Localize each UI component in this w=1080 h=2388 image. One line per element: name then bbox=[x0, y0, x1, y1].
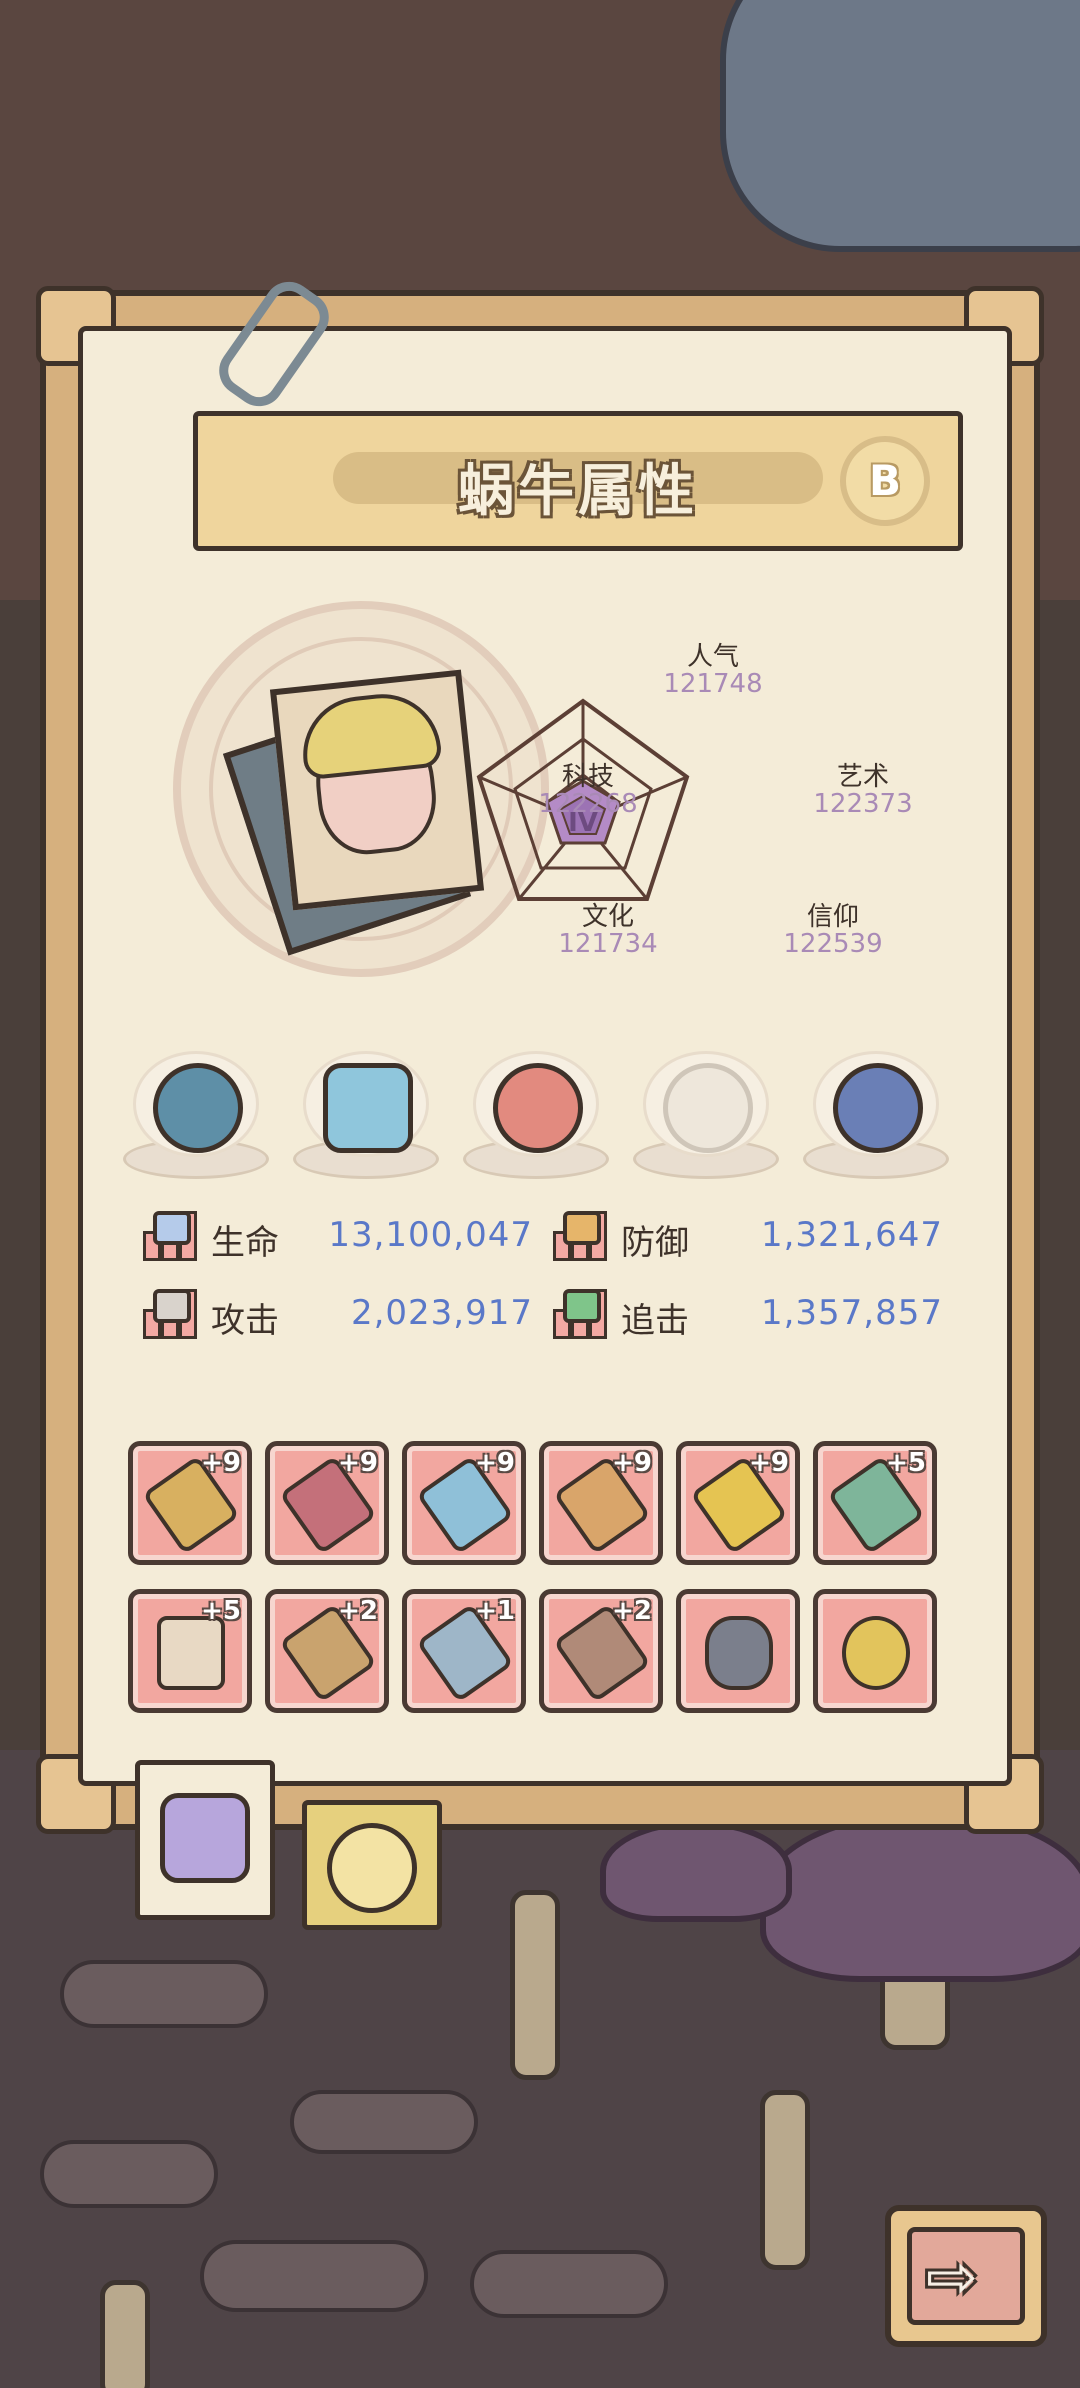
enhance-level: +9 bbox=[338, 1448, 378, 1478]
stat-pursuit: 追击 1,357,857 bbox=[553, 1289, 943, 1341]
stat-value: 1,321,647 bbox=[760, 1215, 943, 1255]
stepping-stone bbox=[200, 2240, 428, 2312]
mushroom-cap bbox=[760, 1810, 1080, 1982]
next-button-face: ⇨ bbox=[907, 2227, 1025, 2325]
fence-post bbox=[100, 2280, 150, 2388]
radar-value-technology: 122268 bbox=[538, 789, 638, 819]
relic-row bbox=[123, 1051, 963, 1181]
stat-defense: 防御 1,321,647 bbox=[553, 1211, 943, 1263]
radar-value-art: 122373 bbox=[813, 789, 913, 819]
shield-icon bbox=[553, 1211, 609, 1261]
eye-tablet-relic-icon bbox=[323, 1063, 413, 1153]
enhance-level: +9 bbox=[749, 1448, 789, 1478]
stat-label: 追击 bbox=[621, 1301, 689, 1341]
snail-face-icon bbox=[160, 1793, 250, 1883]
grade-badge[interactable]: B bbox=[840, 436, 930, 526]
tab-shell[interactable] bbox=[302, 1800, 442, 1930]
stat-attack: 攻击 2,023,917 bbox=[143, 1289, 533, 1341]
enhance-level: +2 bbox=[612, 1596, 652, 1626]
red-orb-relic-icon bbox=[493, 1063, 583, 1153]
equipment-slot-6[interactable]: +5 bbox=[813, 1441, 937, 1565]
arrow-right-icon: ⇨ bbox=[926, 2240, 978, 2313]
enhance-level: +9 bbox=[612, 1448, 652, 1478]
enhance-level: +9 bbox=[201, 1448, 241, 1478]
equipment-slot-5[interactable]: +9 bbox=[676, 1441, 800, 1565]
relic-slot-5[interactable] bbox=[803, 1051, 949, 1181]
enhance-level: +5 bbox=[201, 1596, 241, 1626]
relic-slot-2[interactable] bbox=[293, 1051, 439, 1181]
equipment-slot-7[interactable]: +5 bbox=[128, 1589, 252, 1713]
cloth-armor-icon bbox=[157, 1616, 225, 1690]
panel-paper: 蜗牛属性 B IV 人气 121748 艺术 122373 信仰 122539 … bbox=[78, 326, 1012, 1786]
stat-label: 生命 bbox=[211, 1223, 279, 1263]
background-pipe bbox=[720, 0, 1080, 252]
title-bar: 蜗牛属性 B bbox=[193, 411, 963, 551]
equipment-slot-10[interactable]: +2 bbox=[539, 1589, 663, 1713]
sword-icon bbox=[143, 1289, 199, 1339]
ore-gauntlet-icon bbox=[705, 1616, 773, 1690]
stepping-stone bbox=[60, 1960, 268, 2028]
crystal-relic-icon bbox=[833, 1063, 923, 1153]
relic-slot-4[interactable] bbox=[633, 1051, 779, 1181]
heart-pill-icon bbox=[143, 1211, 199, 1261]
equipment-slot-9[interactable]: +1 bbox=[402, 1589, 526, 1713]
equipment-slot-2[interactable]: +9 bbox=[265, 1441, 389, 1565]
radar-label-technology: 科技 bbox=[561, 762, 614, 792]
relic-slot-3[interactable] bbox=[463, 1051, 609, 1181]
radar-label-faith: 信仰 bbox=[806, 902, 859, 932]
snail-attributes-panel: 蜗牛属性 B IV 人气 121748 艺术 122373 信仰 122539 … bbox=[36, 272, 1044, 1930]
fence-post bbox=[760, 2090, 810, 2270]
stepping-stone bbox=[470, 2250, 668, 2318]
radar-value-faith: 122539 bbox=[783, 929, 883, 959]
equipment-grid: +9 +9 +9 +9 +9 +5 +5 +2 +1 +2 bbox=[128, 1441, 948, 1713]
enhance-level: +2 bbox=[338, 1596, 378, 1626]
stat-value: 1,357,857 bbox=[760, 1293, 943, 1333]
gold-ring-icon bbox=[842, 1616, 910, 1690]
stat-value: 2,023,917 bbox=[350, 1293, 533, 1333]
equipment-slot-8[interactable]: +2 bbox=[265, 1589, 389, 1713]
enhance-level: +5 bbox=[886, 1448, 926, 1478]
combat-stats: 生命 13,100,047 防御 1,321,647 攻击 2,023,917 bbox=[143, 1211, 943, 1371]
equipment-slot-4[interactable]: +9 bbox=[539, 1441, 663, 1565]
stat-hp: 生命 13,100,047 bbox=[143, 1211, 533, 1263]
radar-label-culture: 文化 bbox=[581, 902, 634, 932]
equipment-slot-3[interactable]: +9 bbox=[402, 1441, 526, 1565]
radar-label-popularity: 人气 bbox=[686, 642, 739, 672]
radar-value-popularity: 121748 bbox=[663, 669, 763, 699]
stat-value: 13,100,047 bbox=[328, 1215, 533, 1255]
next-button[interactable]: ⇨ bbox=[885, 2205, 1047, 2347]
enhance-level: +9 bbox=[475, 1448, 515, 1478]
mushroom-cap bbox=[600, 1820, 792, 1922]
stepping-stone bbox=[40, 2140, 218, 2208]
equipment-slot-12[interactable] bbox=[813, 1589, 937, 1713]
stepping-stone bbox=[290, 2090, 478, 2154]
relic-slot-1[interactable] bbox=[123, 1051, 269, 1181]
fence-post bbox=[510, 1890, 560, 2080]
equipment-slot-1[interactable]: +9 bbox=[128, 1441, 252, 1565]
enhance-level: +1 bbox=[475, 1596, 515, 1626]
equipment-slot-11[interactable] bbox=[676, 1589, 800, 1713]
stat-label: 攻击 bbox=[211, 1301, 279, 1341]
radar-label-art: 艺术 bbox=[836, 762, 889, 792]
spiral-shell-icon bbox=[327, 1823, 417, 1913]
snail-shell-relic-icon bbox=[663, 1063, 753, 1153]
radar-value-culture: 121734 bbox=[558, 929, 658, 959]
lightning-icon bbox=[553, 1289, 609, 1339]
tab-snail[interactable] bbox=[135, 1760, 275, 1920]
stat-label: 防御 bbox=[621, 1223, 689, 1263]
spiked-monster-relic-icon bbox=[153, 1063, 243, 1153]
